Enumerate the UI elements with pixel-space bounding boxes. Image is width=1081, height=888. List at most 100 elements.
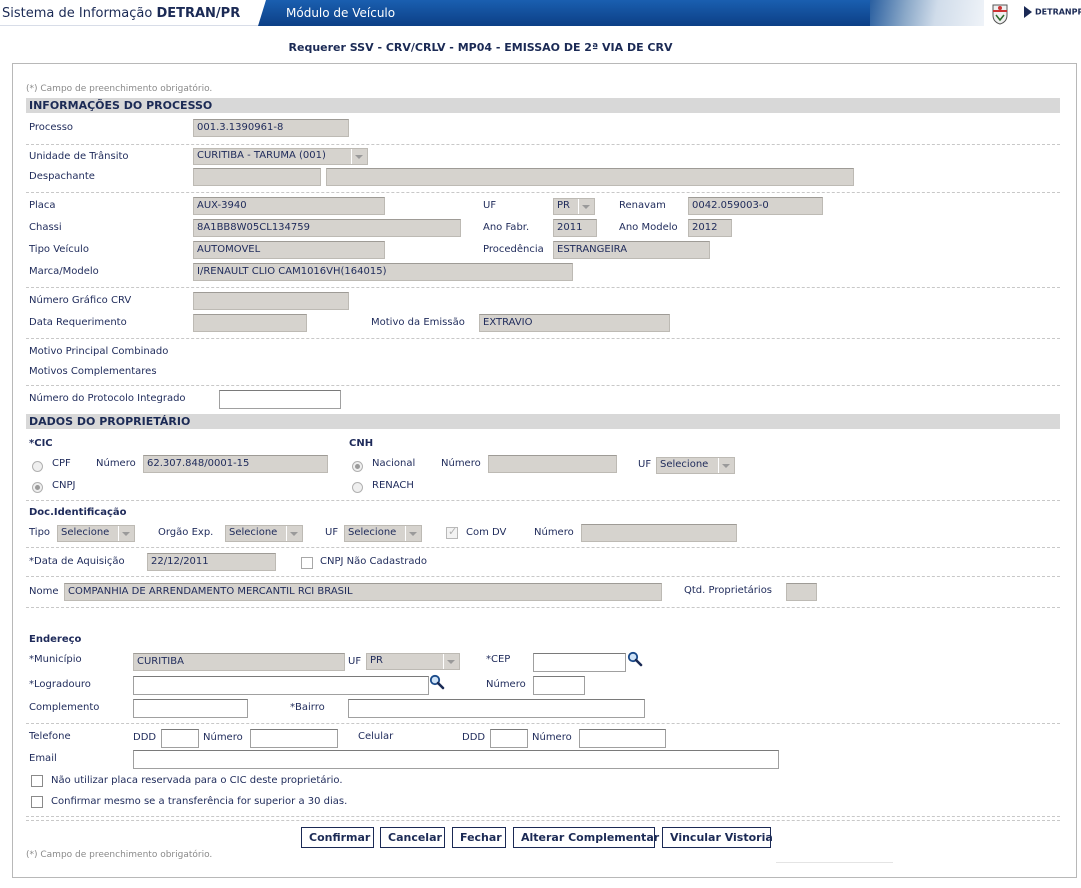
select-divider <box>578 199 579 214</box>
ano-fabr-label: Ano Fabr. <box>483 222 530 233</box>
section-processo: INFORMAÇÕES DO PROCESSO <box>26 98 1060 113</box>
logradouro-input[interactable] <box>133 676 429 695</box>
data-aquisicao-field[interactable]: 22/12/2011 <box>147 553 276 571</box>
renach-radio[interactable] <box>352 482 363 493</box>
numero-label: Número <box>486 679 526 690</box>
despachante-name-field[interactable] <box>326 168 854 186</box>
divider <box>26 723 1060 724</box>
cic-label: *CIC <box>29 438 53 449</box>
data-aquisicao-label: *Data de Aquisição <box>29 556 125 567</box>
renavam-field[interactable]: 0042.059003-0 <box>688 197 823 215</box>
select-divider <box>443 654 444 669</box>
cep-input[interactable] <box>533 653 626 672</box>
nacional-radio[interactable] <box>352 461 363 472</box>
municipio-field[interactable]: CURITIBA <box>133 653 345 671</box>
cpf-radio[interactable] <box>32 461 43 472</box>
unidade-select-value: CURITIBA - TARUMA (001) <box>197 150 326 161</box>
doc-tipo-select-value: Selecione <box>61 527 110 538</box>
divider <box>26 338 1060 339</box>
despachante-label: Despachante <box>29 171 95 182</box>
divider <box>26 820 1060 821</box>
email-input[interactable] <box>133 750 779 769</box>
divider <box>26 385 1060 386</box>
data-requerimento-field[interactable] <box>193 314 307 332</box>
motivos-complementares-label: Motivos Complementares <box>29 366 157 377</box>
nome-field[interactable]: COMPANHIA DE ARRENDAMENTO MERCANTIL RCI … <box>64 583 662 601</box>
protocolo-input[interactable] <box>219 390 341 409</box>
divider <box>26 607 1060 608</box>
motivo-emissao-field[interactable]: EXTRAVIO <box>479 314 670 332</box>
cnh-numero-label: Número <box>441 458 481 469</box>
crest-icon <box>992 4 1008 25</box>
cnpj-label: CNPJ <box>52 480 76 491</box>
cnpj-nao-cadastrado-checkbox[interactable] <box>301 557 313 569</box>
tipo-veiculo-field[interactable]: AUTOMOVEL <box>193 241 385 259</box>
search-icon[interactable] <box>429 674 445 690</box>
renach-label: RENACH <box>372 480 414 491</box>
doc-numero-field[interactable] <box>581 524 737 542</box>
uf-select[interactable]: PR <box>553 198 595 215</box>
confirmar-transferencia-checkbox[interactable] <box>31 796 43 808</box>
numero-grafico-label: Número Gráfico CRV <box>29 295 132 306</box>
endereco-title: Endereço <box>29 634 82 645</box>
complemento-input[interactable] <box>133 699 248 718</box>
detran-logo-text: DETRANPR <box>1035 7 1081 17</box>
despachante-code-field[interactable] <box>193 168 321 186</box>
processo-field[interactable]: 001.3.1390961-8 <box>193 119 349 137</box>
cancelar-button[interactable]: Cancelar <box>380 827 445 848</box>
processo-label: Processo <box>29 122 74 133</box>
cnpj-nao-cadastrado-label: CNPJ Não Cadastrado <box>320 556 427 567</box>
ano-modelo-field[interactable]: 2012 <box>688 219 732 237</box>
divider <box>26 816 1060 817</box>
numero-input[interactable] <box>533 676 585 695</box>
com-dv-checkbox[interactable] <box>446 525 458 539</box>
celular-ddd-input[interactable] <box>490 729 528 748</box>
ano-fabr-field[interactable]: 2011 <box>553 219 597 237</box>
doc-uf-select[interactable]: Selecione <box>344 525 422 542</box>
search-icon[interactable] <box>627 651 643 667</box>
cnpj-radio[interactable] <box>32 482 43 493</box>
vincular-vistoria-button[interactable]: Vincular Vistoria <box>662 827 773 848</box>
placa-field[interactable]: AUX-3940 <box>193 197 385 215</box>
detran-logo: DETRANPR <box>1024 6 1081 18</box>
celular-numero-input[interactable] <box>579 729 666 748</box>
protocolo-label: Número do Protocolo Integrado <box>29 393 186 404</box>
endereco-uf-select[interactable]: PR <box>366 653 460 670</box>
cnh-numero-field[interactable] <box>488 455 617 473</box>
module-title[interactable]: Módulo de Veículo <box>286 6 395 20</box>
telefone-numero-label: Número <box>203 732 243 743</box>
divider <box>26 500 1060 501</box>
fechar-button[interactable]: Fechar <box>452 827 506 848</box>
orgao-select-value: Selecione <box>229 527 278 538</box>
telefone-numero-input[interactable] <box>250 729 338 748</box>
divider <box>26 547 1060 548</box>
placa-label: Placa <box>29 200 56 211</box>
cnh-uf-select[interactable]: Selecione <box>656 457 735 474</box>
nome-label: Nome <box>29 586 59 597</box>
nao-utilizar-placa-checkbox[interactable] <box>31 775 43 787</box>
municipio-label: *Município <box>29 654 82 665</box>
telefone-ddd-input[interactable] <box>161 729 199 748</box>
qtd-proprietarios-field[interactable] <box>786 583 817 601</box>
bairro-input[interactable] <box>348 699 645 718</box>
system-title-prefix: Sistema de Informação <box>2 6 153 21</box>
doc-tipo-label: Tipo <box>29 527 51 538</box>
marca-field[interactable]: I/RENAULT CLIO CAM1016VH(164015) <box>193 263 573 281</box>
cic-numero-field[interactable]: 62.307.848/0001-15 <box>143 455 328 473</box>
orgao-select[interactable]: Selecione <box>225 525 303 542</box>
cnh-uf-label: UF <box>638 459 652 470</box>
detran-arrow-icon <box>1024 6 1032 18</box>
alterar-complementar-button[interactable]: Alterar Complementar <box>513 827 659 848</box>
com-dv-label: Com DV <box>466 527 507 538</box>
cpf-label: CPF <box>52 458 71 469</box>
confirmar-button[interactable]: Confirmar <box>301 827 374 848</box>
unidade-select[interactable]: CURITIBA - TARUMA (001) <box>193 148 368 165</box>
qtd-proprietarios-label: Qtd. Proprietários <box>684 585 773 596</box>
doc-uf-label: UF <box>325 527 339 538</box>
procedencia-field[interactable]: ESTRANGEIRA <box>553 241 710 259</box>
numero-grafico-field[interactable] <box>193 292 349 310</box>
divider <box>26 576 1060 577</box>
select-divider <box>118 526 119 541</box>
chassi-field[interactable]: 8A1BB8W05CL134759 <box>193 219 461 237</box>
doc-tipo-select[interactable]: Selecione <box>57 525 135 542</box>
